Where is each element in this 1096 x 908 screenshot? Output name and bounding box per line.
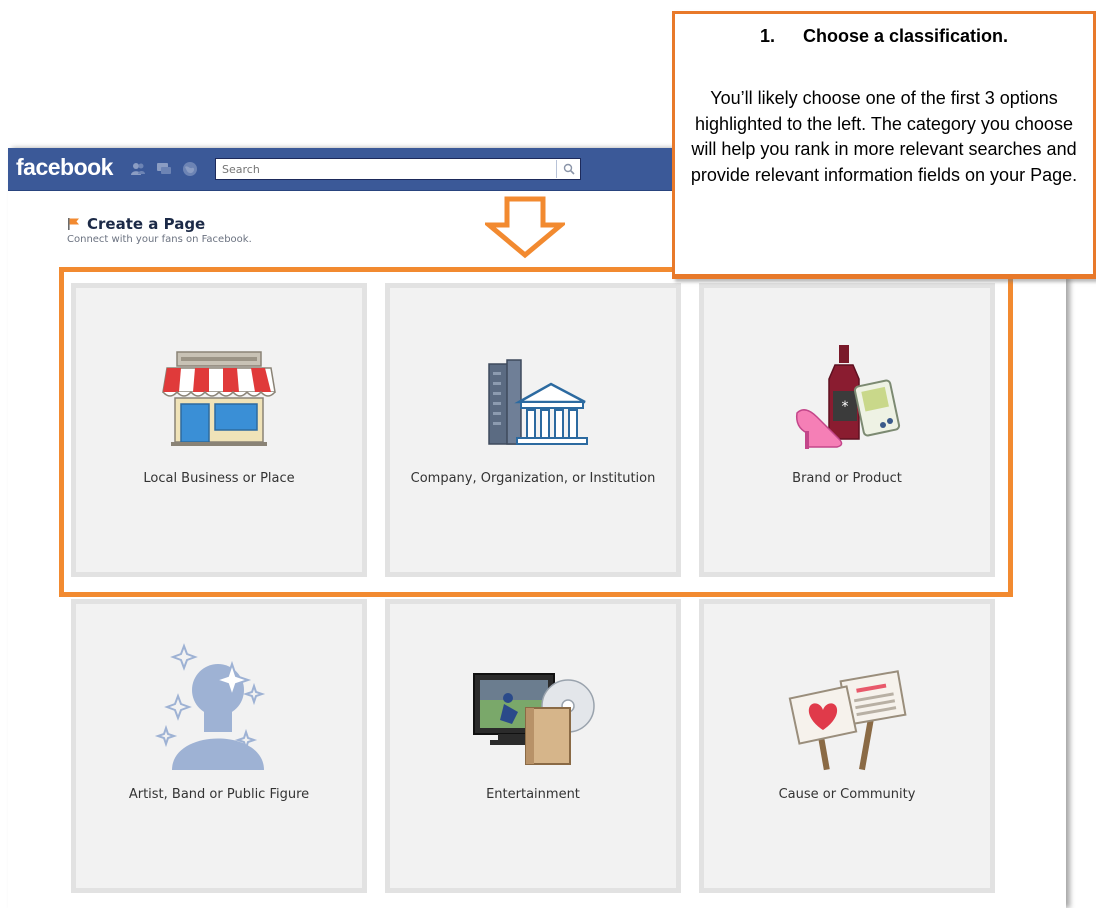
- facebook-logo[interactable]: facebook: [16, 154, 113, 181]
- category-label: Cause or Community: [778, 787, 916, 802]
- page-subtitle: Connect with your fans on Facebook.: [67, 234, 252, 245]
- callout-step-number: 1.: [759, 26, 775, 46]
- create-page-header: Create a Page Connect with your fans on …: [67, 215, 252, 245]
- category-tile-brand-product[interactable]: * Brand or Product: [699, 283, 995, 577]
- callout-heading-text: Choose a classification.: [802, 26, 1009, 46]
- svg-text:*: *: [842, 399, 849, 415]
- friends-icon[interactable]: [130, 161, 146, 177]
- category-tile-artist[interactable]: Artist, Band or Public Figure: [71, 599, 367, 893]
- page-title: Create a Page: [87, 215, 206, 233]
- category-label: Company, Organization, or Institution: [410, 471, 656, 486]
- instruction-callout: 1. Choose a classification. You’ll likely…: [672, 11, 1096, 279]
- category-tile-company[interactable]: Company, Organization, or Institution: [385, 283, 681, 577]
- page-title-row: Create a Page: [67, 215, 252, 233]
- search-box[interactable]: [215, 158, 581, 180]
- category-tile-local-business[interactable]: Local Business or Place: [71, 283, 367, 577]
- search-icon[interactable]: [563, 163, 575, 175]
- public-figure-icon: [154, 643, 266, 770]
- entertainment-icon: [473, 673, 595, 765]
- category-tile-cause[interactable]: Cause or Community: [699, 599, 995, 893]
- storefront-icon: [162, 351, 276, 446]
- flag-icon: [68, 218, 79, 230]
- protest-signs-icon: [788, 670, 907, 771]
- search-divider: [556, 160, 557, 178]
- category-tile-entertainment[interactable]: Entertainment: [385, 599, 681, 893]
- category-label: Brand or Product: [792, 471, 902, 486]
- callout-body: You’ll likely choose one of the first 3 …: [690, 88, 1078, 185]
- search-input[interactable]: [222, 160, 552, 178]
- buildings-icon: [488, 359, 588, 445]
- category-label: Local Business or Place: [143, 471, 295, 486]
- products-icon: *: [795, 345, 901, 449]
- category-label: Entertainment: [486, 787, 580, 802]
- messages-icon[interactable]: [156, 161, 172, 177]
- category-label: Artist, Band or Public Figure: [128, 787, 310, 802]
- callout-heading: 1. Choose a classification.: [675, 26, 1093, 47]
- down-arrow-icon: [485, 196, 565, 259]
- notifications-globe-icon[interactable]: [182, 161, 198, 177]
